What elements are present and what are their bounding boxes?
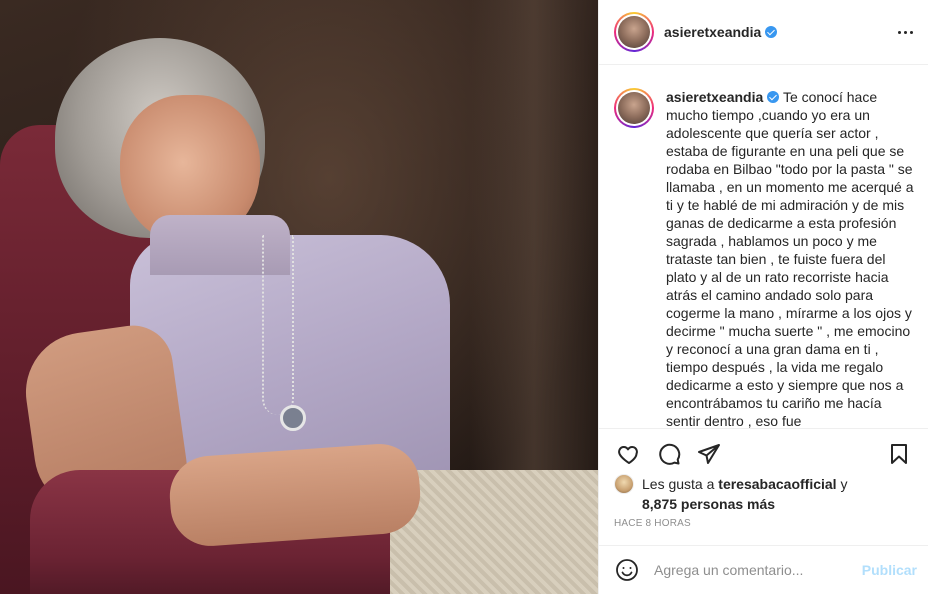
post-side-panel: asieretxeandia asieretxeandia Te conocí …	[598, 0, 928, 594]
verified-badge-icon	[767, 91, 780, 103]
heart-icon[interactable]	[609, 434, 649, 474]
comment-input[interactable]	[654, 562, 862, 578]
author-avatar[interactable]	[614, 12, 654, 52]
caption-body: Te conocí hace mucho tiempo ,cuando yo e…	[666, 89, 914, 428]
caption-username[interactable]: asieretxeandia	[666, 89, 763, 105]
share-icon[interactable]	[689, 434, 729, 474]
likes-count-link[interactable]: 8,875 personas más	[642, 496, 775, 512]
author-username[interactable]: asieretxeandia	[664, 24, 761, 40]
post-timestamp[interactable]: HACE 8 HORAS	[614, 518, 691, 529]
caption-author-avatar[interactable]	[614, 88, 654, 128]
emoji-icon[interactable]	[614, 557, 640, 583]
likes-summary: Les gusta a teresabacaofficial y 8,875 p…	[614, 474, 919, 514]
verified-badge-icon	[765, 26, 778, 38]
caption-section: asieretxeandia Te conocí hace mucho tiem…	[599, 66, 928, 428]
post-comment-button[interactable]: Publicar	[862, 562, 917, 578]
instagram-post: asieretxeandia asieretxeandia Te conocí …	[0, 0, 928, 594]
comment-icon[interactable]	[649, 434, 689, 474]
more-options-icon[interactable]	[893, 22, 917, 42]
bookmark-icon[interactable]	[879, 434, 919, 474]
action-bar	[599, 428, 928, 478]
post-header: asieretxeandia	[599, 0, 928, 65]
post-photo[interactable]	[0, 0, 598, 594]
liker-username[interactable]: teresabacaofficial	[718, 476, 836, 492]
comment-bar: Publicar	[599, 545, 928, 594]
caption-text: asieretxeandia Te conocí hace mucho tiem…	[666, 88, 914, 428]
liker-avatar[interactable]	[614, 474, 634, 494]
